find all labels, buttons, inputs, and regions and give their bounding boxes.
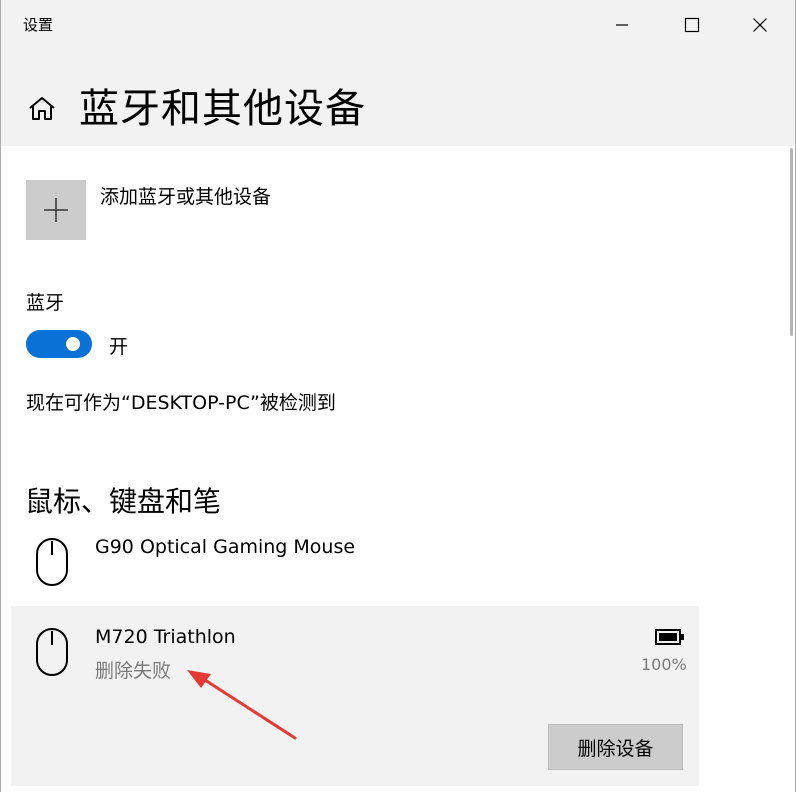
- device-name-g90[interactable]: G90 Optical Gaming Mouse: [95, 536, 355, 558]
- settings-window: 设置 蓝牙和其他设备 添加蓝牙或其他设备 蓝牙 开 现在可作为“DESKTOP-…: [0, 0, 796, 792]
- maximize-icon: [684, 17, 700, 33]
- close-button[interactable]: [737, 0, 783, 50]
- home-icon[interactable]: [27, 94, 57, 124]
- battery-icon: [655, 629, 684, 645]
- bluetooth-label: 蓝牙: [26, 292, 65, 314]
- toggle-knob: [66, 337, 80, 351]
- add-device-label[interactable]: 添加蓝牙或其他设备: [100, 182, 271, 209]
- battery-percentage: 100%: [641, 655, 687, 674]
- bluetooth-toggle[interactable]: [26, 330, 92, 358]
- discoverable-text: 现在可作为“DESKTOP-PC”被检测到: [26, 392, 336, 414]
- minimize-button[interactable]: [599, 0, 645, 50]
- plus-icon: [44, 198, 68, 222]
- app-title: 设置: [23, 16, 54, 34]
- device-name-m720: M720 Triathlon: [95, 626, 236, 648]
- close-icon: [753, 18, 767, 32]
- header: 设置 蓝牙和其他设备: [1, 0, 795, 146]
- remove-device-button[interactable]: 删除设备: [548, 724, 683, 770]
- minimize-icon: [616, 24, 628, 26]
- mouse-icon: [36, 628, 68, 676]
- add-device-button[interactable]: [26, 180, 86, 240]
- scrollbar[interactable]: [790, 148, 793, 336]
- maximize-button[interactable]: [669, 0, 715, 50]
- section-title: 鼠标、键盘和笔: [25, 485, 222, 518]
- annotation-arrow-icon: [187, 670, 297, 740]
- mouse-icon: [36, 538, 68, 586]
- device-status: 删除失败: [95, 660, 172, 682]
- bluetooth-state: 开: [109, 336, 129, 358]
- page-title: 蓝牙和其他设备: [79, 86, 366, 132]
